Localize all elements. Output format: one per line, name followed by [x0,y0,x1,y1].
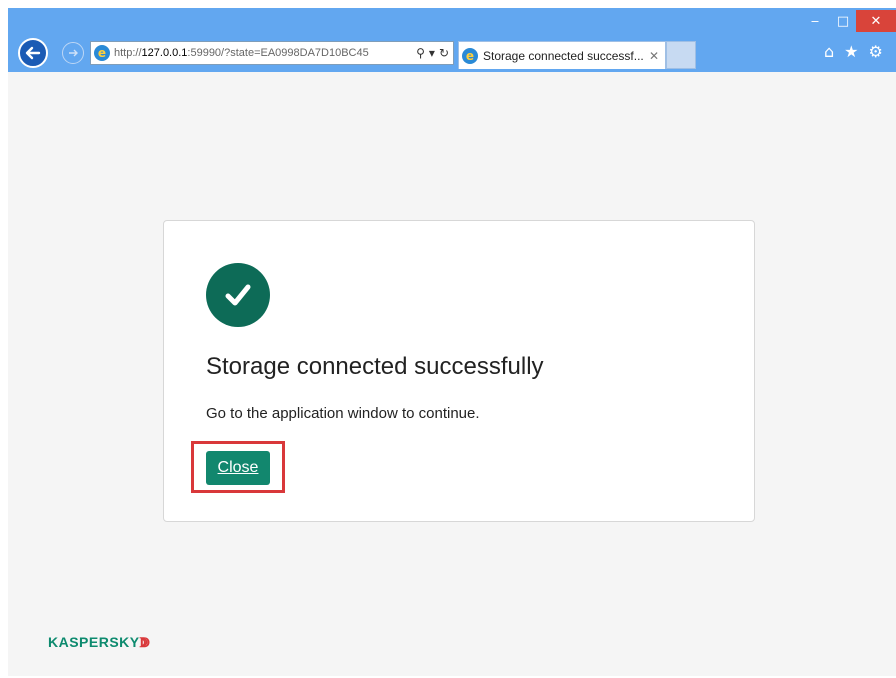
back-button[interactable] [18,38,48,68]
checkmark-icon [206,263,270,327]
home-icon[interactable]: ⌂ [824,42,834,61]
gear-icon[interactable]: ⚙ [869,42,883,61]
window-close-button[interactable]: ✕ [856,10,896,32]
address-url[interactable]: http://127.0.0.1:59990/?state=EA0998DA7D… [114,47,394,59]
page-viewport: Storage connected successfully Go to the… [8,72,896,676]
tab-title: Storage connected successf... [483,48,644,63]
star-icon[interactable]: ★ [844,42,858,61]
tab-close-icon[interactable]: ✕ [649,49,659,63]
status-card: Storage connected successfully Go to the… [163,220,755,522]
ie-icon: e [462,47,478,64]
tab-active[interactable]: e Storage connected successf... ✕ [458,41,666,69]
refresh-icon[interactable]: ↻ [439,46,449,60]
minimize-button[interactable]: ‒ [804,10,826,32]
close-button[interactable]: Close [206,451,270,485]
ie-icon: e [94,45,110,61]
maximize-button[interactable]: □ [832,10,854,32]
arrow-left-icon [25,46,41,60]
browser-chrome: ‒ □ ✕ e http://127.0.0.1:59990/?state=EA… [8,8,896,72]
forward-button[interactable] [62,42,84,64]
chevron-down-icon[interactable]: ▾ [429,46,435,60]
search-icon[interactable]: ⚲ [416,46,425,60]
browser-window: ‒ □ ✕ e http://127.0.0.1:59990/?state=EA… [8,8,896,676]
arrow-right-icon [69,49,78,57]
status-message: Go to the application window to continue… [206,405,480,422]
new-tab-button[interactable] [666,41,696,69]
page-title: Storage connected successfully [206,353,544,380]
address-bar[interactable]: e http://127.0.0.1:59990/?state=EA0998DA… [90,41,454,65]
kaspersky-logo: KASPERSKYↇ [48,634,151,650]
